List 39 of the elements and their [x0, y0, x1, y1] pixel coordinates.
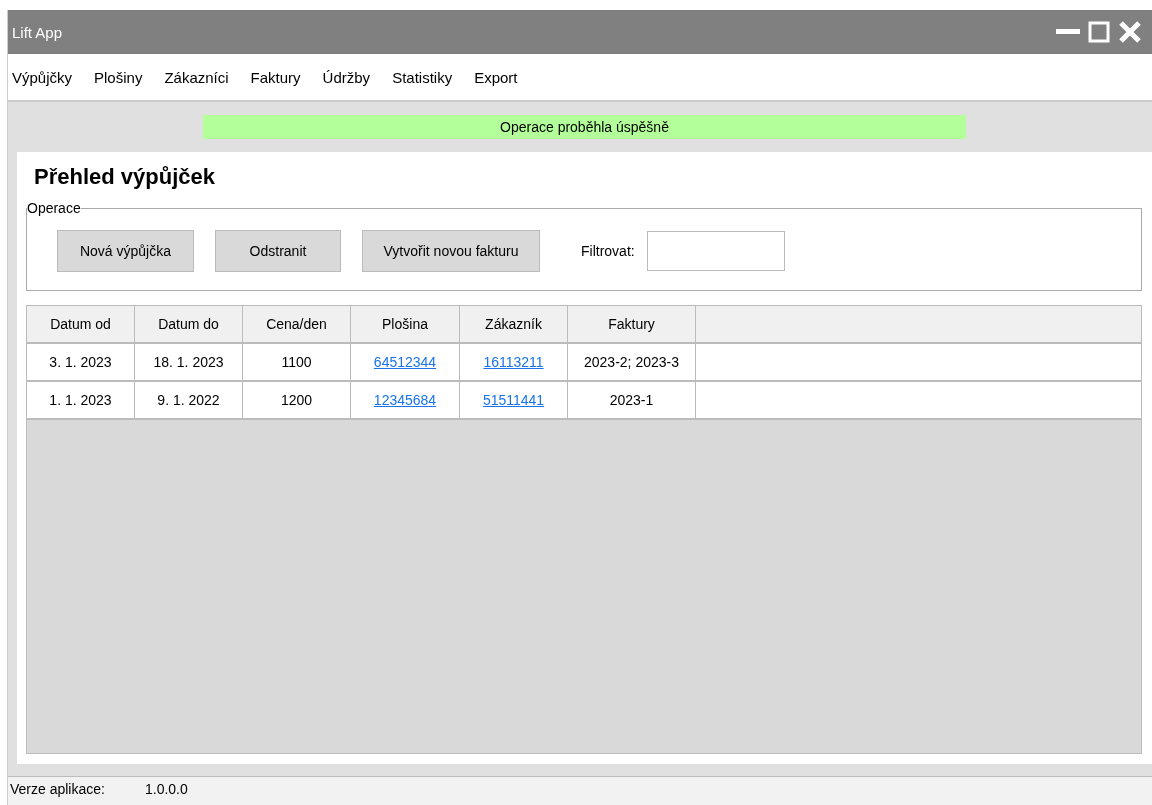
table-cell: 1100 [243, 344, 351, 380]
table-cell: 3. 1. 2023 [27, 344, 135, 380]
table-cell: 18. 1. 2023 [135, 344, 243, 380]
success-message: Operace proběhla úspěšně [203, 115, 966, 139]
action-button[interactable]: Vytvořit novou fakturu [362, 230, 540, 272]
action-button[interactable]: Nová výpůjčka [57, 230, 194, 272]
maximize-icon[interactable] [1088, 21, 1110, 43]
menu-item[interactable]: Statistiky [388, 68, 466, 86]
window-title: Lift App [12, 23, 63, 41]
table-link[interactable]: 16113211 [483, 354, 544, 370]
table-cell: 9. 1. 2022 [135, 382, 243, 418]
column-header[interactable]: Plošina [351, 306, 460, 342]
filter-label: Filtrovat: [581, 243, 635, 259]
column-header[interactable]: Zákazník [460, 306, 568, 342]
close-icon[interactable] [1118, 20, 1142, 44]
group-legend: Operace [27, 200, 81, 216]
column-header[interactable]: Cena/den [243, 306, 351, 342]
menu-item[interactable]: Výpůjčky [8, 68, 86, 86]
page-heading: Přehled výpůjček [34, 164, 216, 190]
menu-item[interactable]: Zákazníci [160, 68, 242, 86]
minimize-icon[interactable] [1056, 29, 1080, 35]
action-button[interactable]: Odstranit [215, 230, 341, 272]
menu-item[interactable]: Export [470, 68, 531, 86]
version-label: Verze aplikace: [10, 781, 105, 797]
table-link[interactable]: 64512344 [373, 354, 437, 370]
table-cell: 2023-1 [568, 382, 696, 418]
table-cell: 1. 1. 2023 [27, 382, 135, 418]
menu-item[interactable]: Faktury [246, 68, 314, 86]
column-header[interactable]: Faktury [568, 306, 696, 342]
version-value: 1.0.0.0 [144, 781, 188, 797]
menu-item[interactable]: Údržby [318, 68, 384, 86]
table-link[interactable]: 12345684 [373, 392, 437, 408]
table-cell: 2023-2; 2023-3 [568, 344, 696, 380]
menu-item[interactable]: Plošiny [90, 68, 156, 86]
column-header[interactable]: Datum od [27, 306, 135, 342]
column-header[interactable]: Datum do [135, 306, 243, 342]
table-link[interactable]: 51511441 [482, 392, 545, 408]
table-cell: 1200 [243, 382, 351, 418]
filter-field[interactable] [646, 231, 785, 271]
